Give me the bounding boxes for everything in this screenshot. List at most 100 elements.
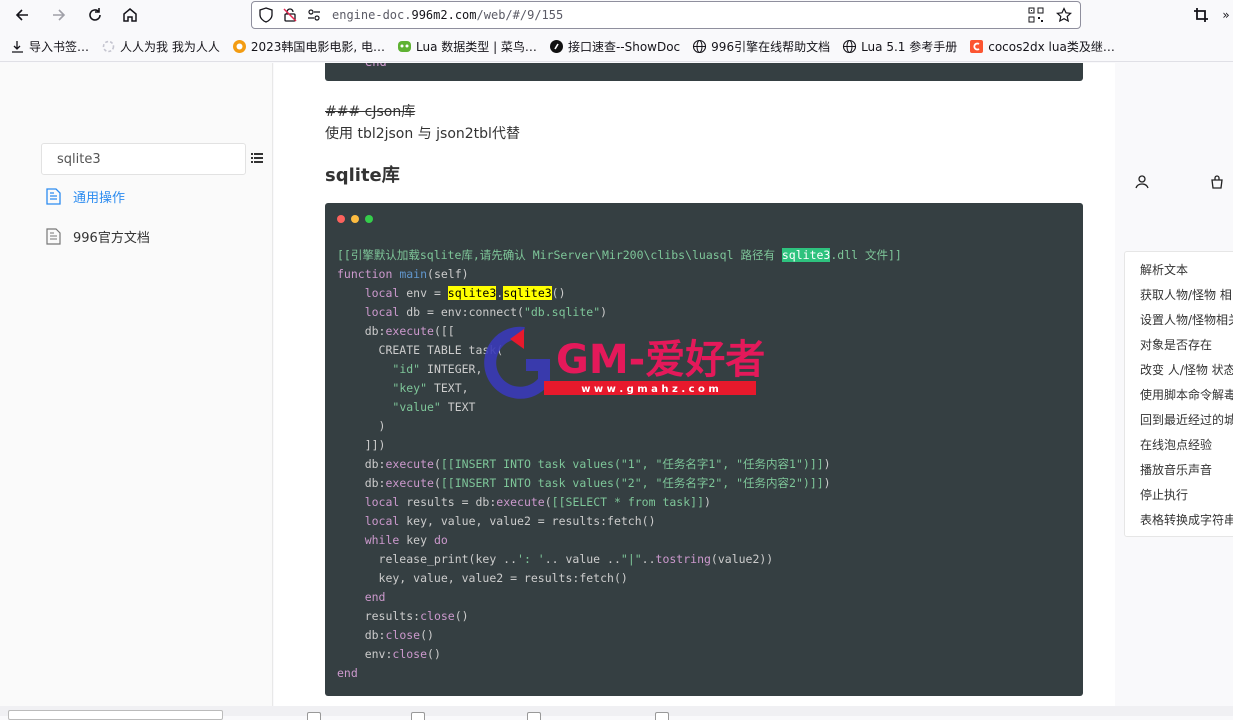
bookmark-showdoc[interactable]: 接口速查--ShowDoc — [549, 38, 680, 55]
bookmark-import[interactable]: 导入书签… — [10, 38, 89, 55]
url-scheme: engine-doc. — [332, 8, 412, 22]
section-title: sqlite库 — [325, 165, 400, 186]
globe-icon — [692, 39, 707, 54]
globe-icon — [842, 39, 857, 54]
url-text[interactable]: engine-doc.996m2.com/web/#/9/155 — [332, 8, 1024, 22]
sidebar-item-general-ops[interactable]: 通用操作 — [46, 187, 125, 206]
toc-item[interactable]: 回到最近经过的城 — [1125, 408, 1233, 433]
bottom-checkbox[interactable] — [655, 712, 669, 720]
shopping-bag-icon[interactable] — [1210, 175, 1224, 189]
qr-code-icon[interactable] — [1024, 3, 1048, 27]
bookmark-movie[interactable]: 2023韩国电影电影, 电… — [232, 38, 385, 55]
code-line: ]]) — [337, 438, 386, 452]
screenshot-button[interactable] — [1189, 4, 1213, 26]
window-dot-green — [365, 215, 373, 223]
code-line: db:execute([[INSERT INTO task values("1"… — [337, 457, 831, 471]
toc-item[interactable]: 对象是否存在 — [1125, 333, 1233, 358]
insecure-lock-icon[interactable] — [280, 5, 300, 25]
bookmark-label: 2023韩国电影电影, 电… — [250, 40, 386, 54]
bookmark-label: Lua 5.1 参考手册 — [861, 40, 958, 54]
bottom-input[interactable] — [8, 710, 223, 720]
page-settings-icon[interactable] — [304, 5, 324, 25]
search-value: sqlite3 — [57, 151, 101, 167]
code-line: "key" TEXT, — [392, 381, 469, 395]
watermark-title: GM-爱好者 — [556, 337, 764, 383]
doc-content: end ### cJson库 使用 tbl2json 与 json2tbl代替 … — [274, 63, 1115, 716]
code-text[interactable]: [[引擎默认加载sqlite库,请先确认 MirServer\Mir200\cl… — [337, 246, 902, 683]
code-line: "value" TEXT — [392, 400, 476, 414]
bookmark-cocos[interactable]: cocos2dx lua类及继… — [969, 38, 1115, 55]
bottom-checkbox[interactable] — [307, 712, 321, 720]
sidebar-item-official-docs[interactable]: 996官方文档 — [46, 227, 150, 246]
forward-button[interactable] — [46, 4, 72, 26]
code-line: db:close() — [337, 628, 434, 642]
bookmarks-bar: 导入书签… 人人为我 我为人人 2023韩国电影电影, 电… Lua 数据类型 … — [0, 32, 1233, 62]
right-panel: 解析文本 获取人物/怪物 相设置人物/怪物相关 对象是否存在 改变 人/怪物 状态 使用… — [1115, 63, 1233, 716]
code-line: local db = env:connect("db.sqlite") — [364, 305, 608, 319]
code-line: env:close() — [337, 647, 441, 661]
code-line: end — [364, 590, 386, 604]
code-line: local key, value, value2 = results:fetch… — [364, 514, 656, 528]
arrow-right-icon — [53, 9, 66, 21]
code-line: db:execute([[INSERT INTO task values("2"… — [337, 476, 831, 490]
url-path: /web/#/9/155 — [476, 8, 564, 22]
bottom-checkbox[interactable] — [527, 712, 541, 720]
window-dot-red — [337, 215, 345, 223]
bookmark-lua-manual[interactable]: Lua 5.1 参考手册 — [842, 38, 957, 55]
watermark-url: w w w . g m a h z . c o m — [581, 384, 719, 395]
toc-item[interactable]: 在线泡点经验 — [1125, 433, 1233, 458]
bookmark-label: 人人为我 我为人人 — [120, 40, 220, 54]
code-line: db:execute([[ — [337, 324, 455, 338]
list-menu-icon[interactable] — [251, 152, 263, 164]
toc-item[interactable]: 改变 人/怪物 状态 — [1125, 358, 1233, 383]
code-line: local results = db:execute([[SELECT * fr… — [364, 495, 711, 509]
bookmark-runoob[interactable]: Lua 数据类型 | 菜鸟… — [397, 38, 537, 55]
bookmark-996-docs[interactable]: 996引擎在线帮助文档 — [692, 38, 830, 55]
overflow-menu-button[interactable]: » — [1219, 4, 1233, 26]
code-line: release_print(key ..': '.. value .."|"..… — [337, 552, 774, 566]
code-line: key, value, value2 = results:fetch() — [337, 571, 628, 585]
code-line: while key do — [364, 533, 448, 547]
bookmark-label: 996引擎在线帮助文档 — [711, 40, 831, 54]
import-icon — [10, 39, 25, 54]
showdoc-favicon — [549, 39, 564, 54]
toc-item[interactable]: 使用脚本命令解毒 — [1125, 383, 1233, 408]
back-button[interactable] — [9, 4, 35, 26]
bottom-checkbox[interactable] — [411, 712, 425, 720]
window-dot-yellow — [351, 215, 359, 223]
bookmark-label: cocos2dx lua类及继… — [988, 40, 1115, 54]
address-bar[interactable]: engine-doc.996m2.com/web/#/9/155 — [251, 1, 1081, 29]
bookmark-label: Lua 数据类型 | 菜鸟… — [416, 40, 537, 54]
toc-item[interactable]: 表格转换成字符串 — [1125, 508, 1233, 533]
home-button[interactable] — [117, 4, 143, 26]
toc-item[interactable]: 播放音乐声音 — [1125, 458, 1233, 483]
bookmark-renren[interactable]: 人人为我 我为人人 — [101, 38, 220, 55]
runoob-favicon — [397, 39, 412, 54]
code-line: [[引擎默认加载sqlite库,请先确认 MirServer\Mir200\cl… — [337, 248, 902, 262]
reload-button[interactable] — [82, 4, 108, 26]
web-page: sqlite3 通用操作 996官方文档 end ### cJson库 使用 t… — [0, 63, 1233, 716]
reload-icon — [89, 8, 101, 21]
document-icon — [46, 228, 61, 245]
browser-toolbar: engine-doc.996m2.com/web/#/9/155 » — [0, 0, 1233, 32]
toc-item[interactable]: 获取人物/怪物 相 — [1125, 283, 1233, 308]
paragraph-text: 使用 tbl2json 与 json2tbl代替 — [325, 126, 520, 142]
url-host: 996m2.com — [411, 8, 477, 22]
catalog-search-input[interactable]: sqlite3 — [41, 143, 246, 175]
user-icon[interactable] — [1135, 175, 1149, 189]
code-line: local env = sqlite3.sqlite3() — [364, 286, 566, 300]
code-line: function main(self) — [337, 267, 469, 281]
shield-icon[interactable] — [256, 5, 276, 25]
loading-icon — [101, 39, 116, 54]
bookmark-label: 导入书签… — [29, 40, 90, 54]
arrow-left-icon — [15, 9, 28, 21]
previous-code-block: end — [325, 63, 1083, 81]
toc-item[interactable]: 设置人物/怪物相关 — [1125, 308, 1233, 333]
bookmark-star-icon[interactable] — [1052, 3, 1076, 27]
code-block[interactable]: [[引擎默认加载sqlite库,请先确认 MirServer\Mir200\cl… — [325, 203, 1083, 696]
table-of-contents: 解析文本 获取人物/怪物 相设置人物/怪物相关 对象是否存在 改变 人/怪物 状态 使用… — [1124, 251, 1233, 537]
crop-icon — [1194, 8, 1208, 22]
toc-item[interactable]: 停止执行 — [1125, 483, 1233, 508]
toc-item[interactable]: 解析文本 — [1125, 258, 1233, 283]
code-line: ) — [337, 419, 386, 433]
